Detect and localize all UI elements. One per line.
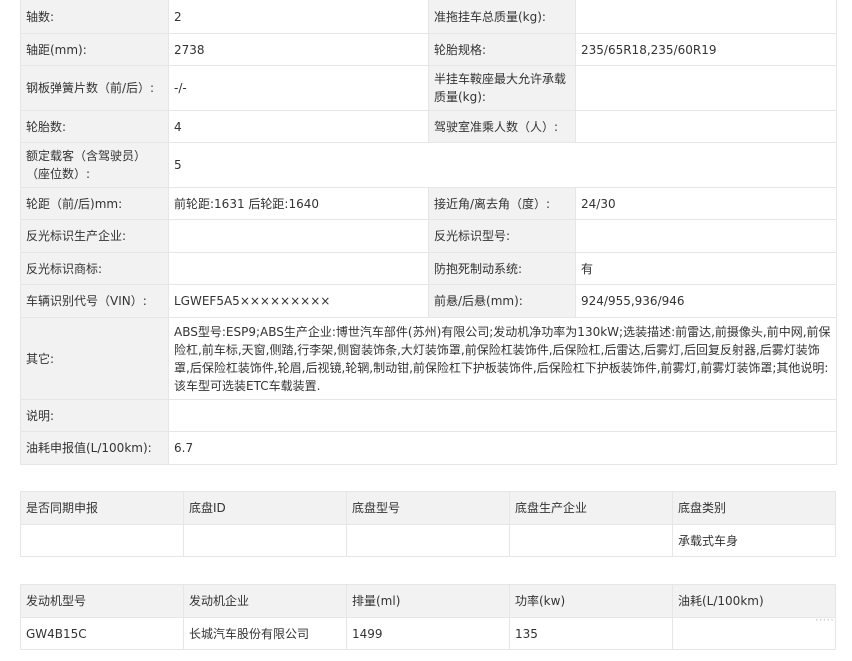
column-header: 是否同期申报 — [20, 491, 184, 525]
field-label: 轮距（前/后)mm: — [20, 187, 169, 220]
field-label: 反光标识商标: — [20, 252, 169, 285]
column-header: 底盘生产企业 — [509, 491, 673, 525]
table-header-row: 是否同期申报 底盘ID 底盘型号 底盘生产企业 底盘类别 — [20, 491, 836, 525]
table-cell — [509, 524, 673, 557]
table-row: 车辆识别代号（VIN）: LGWEF5A5××××××××× 前悬/后悬(mm)… — [20, 284, 837, 318]
engine-table: 发动机型号 发动机企业 排量(ml) 功率(kw) 油耗(L/100km) GW… — [20, 584, 836, 650]
field-value: 有 — [575, 252, 837, 285]
table-cell — [346, 524, 510, 557]
table-row: 轮距（前/后)mm: 前轮距:1631 后轮距:1640 接近角/离去角（度）:… — [20, 187, 837, 220]
field-label: 前悬/后悬(mm): — [428, 284, 576, 318]
table-row: 反光标识生产企业: 反光标识型号: — [20, 219, 837, 253]
table-cell: 1499 — [346, 617, 510, 650]
table-row: 油耗申报值(L/100km): 6.7 — [20, 431, 837, 465]
column-header: 功率(kw) — [509, 584, 673, 618]
field-label: 准拖挂车总质量(kg): — [428, 0, 576, 34]
column-header: 发动机型号 — [20, 584, 184, 618]
field-label: 钢板弹簧片数（前/后）: — [20, 65, 169, 111]
column-header: 底盘ID — [183, 491, 347, 525]
field-value: ABS型号:ESP9;ABS生产企业:博世汽车部件(苏州)有限公司;发动机净功率… — [168, 317, 837, 400]
table-row: 额定载客（含驾驶员）（座位数）: 5 — [20, 142, 837, 188]
field-value — [575, 219, 837, 253]
table-cell — [20, 524, 184, 557]
table-row: 说明: — [20, 399, 837, 432]
vehicle-spec-page: 轴数: 2 准拖挂车总质量(kg): 轴距(mm): 2738 轮胎规格: 23… — [0, 0, 852, 661]
field-label: 说明: — [20, 399, 169, 432]
field-label: 半挂车鞍座最大允许承载质量(kg): — [428, 65, 576, 111]
field-value: -/- — [168, 65, 429, 111]
column-header: 油耗(L/100km) — [672, 584, 836, 618]
column-header: 发动机企业 — [183, 584, 347, 618]
table-cell — [672, 617, 836, 650]
field-label: 油耗申报值(L/100km): — [20, 431, 169, 465]
field-label: 额定载客（含驾驶员）（座位数）: — [20, 142, 169, 188]
field-label: 反光标识型号: — [428, 219, 576, 253]
table-row: 轮胎数: 4 驾驶室准乘人数（人）: — [20, 110, 837, 143]
vehicle-parameters-table: 轴数: 2 准拖挂车总质量(kg): 轴距(mm): 2738 轮胎规格: 23… — [20, 0, 837, 465]
field-value: 24/30 — [575, 187, 837, 220]
field-value — [575, 110, 837, 143]
field-value: 235/65R18,235/60R19 — [575, 33, 837, 66]
column-header: 底盘型号 — [346, 491, 510, 525]
field-value: 前轮距:1631 后轮距:1640 — [168, 187, 429, 220]
field-value — [575, 0, 837, 34]
table-row: 反光标识商标: 防抱死制动系统: 有 — [20, 252, 837, 285]
field-label: 接近角/离去角（度）: — [428, 187, 576, 220]
table-cell: 长城汽车股份有限公司 — [183, 617, 347, 650]
field-label: 轮胎数: — [20, 110, 169, 143]
table-row: GW4B15C 长城汽车股份有限公司 1499 135 — [20, 617, 836, 650]
table-row: 轴距(mm): 2738 轮胎规格: 235/65R18,235/60R19 — [20, 33, 837, 66]
field-value — [575, 65, 837, 111]
field-value — [168, 219, 429, 253]
field-value: 5 — [168, 142, 837, 188]
field-value: LGWEF5A5××××××××× — [168, 284, 429, 318]
field-value: 924/955,936/946 — [575, 284, 837, 318]
field-label: 驾驶室准乘人数（人）: — [428, 110, 576, 143]
field-label: 轮胎规格: — [428, 33, 576, 66]
column-header: 底盘类别 — [672, 491, 836, 525]
field-label: 防抱死制动系统: — [428, 252, 576, 285]
field-value: 4 — [168, 110, 429, 143]
table-row: 承载式车身 — [20, 524, 836, 557]
table-row: 轴数: 2 准拖挂车总质量(kg): — [20, 0, 837, 34]
table-cell: 承载式车身 — [672, 524, 836, 557]
field-value — [168, 252, 429, 285]
field-value: 2738 — [168, 33, 429, 66]
field-label: 反光标识生产企业: — [20, 219, 169, 253]
column-header: 排量(ml) — [346, 584, 510, 618]
field-label: 其它: — [20, 317, 169, 400]
chassis-table: 是否同期申报 底盘ID 底盘型号 底盘生产企业 底盘类别 承载式车身 — [20, 491, 836, 557]
field-value: 2 — [168, 0, 429, 34]
table-row: 钢板弹簧片数（前/后）: -/- 半挂车鞍座最大允许承载质量(kg): — [20, 65, 837, 111]
field-label: 轴距(mm): — [20, 33, 169, 66]
table-cell — [183, 524, 347, 557]
field-value — [168, 399, 837, 432]
table-cell: GW4B15C — [20, 617, 184, 650]
field-value: 6.7 — [168, 431, 837, 465]
table-row: 其它: ABS型号:ESP9;ABS生产企业:博世汽车部件(苏州)有限公司;发动… — [20, 317, 837, 400]
table-header-row: 发动机型号 发动机企业 排量(ml) 功率(kw) 油耗(L/100km) — [20, 584, 836, 618]
field-label: 车辆识别代号（VIN）: — [20, 284, 169, 318]
table-cell: 135 — [509, 617, 673, 650]
watermark: ····· — [814, 613, 834, 627]
field-label: 轴数: — [20, 0, 169, 34]
